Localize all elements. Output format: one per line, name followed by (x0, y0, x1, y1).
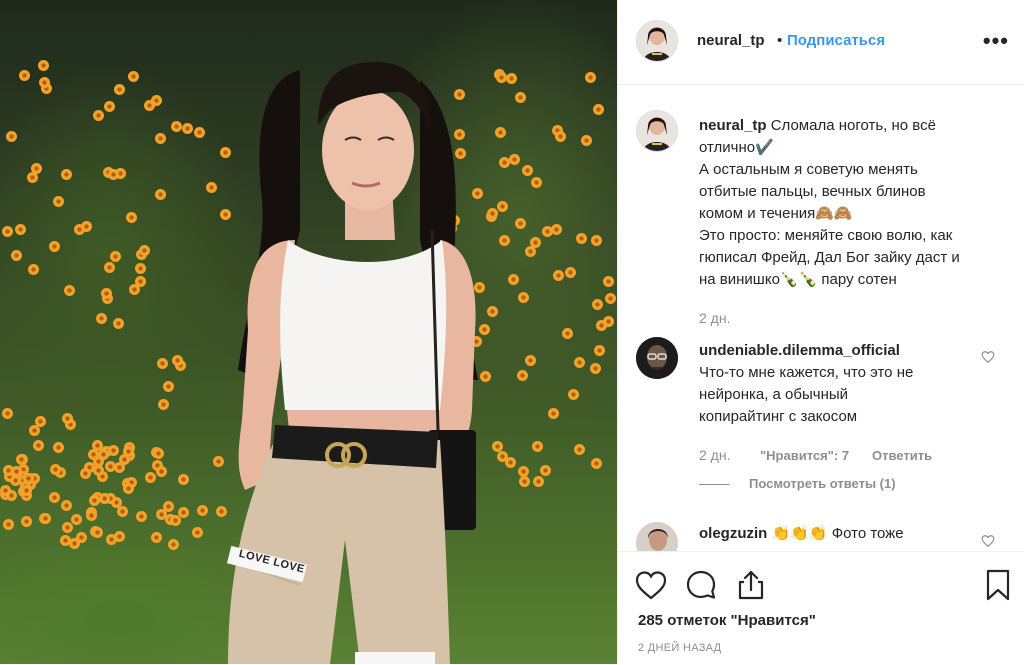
caption-text: neural_tp Сломала ноготь, но всё отлично… (699, 115, 999, 291)
caption-line: на винишко🍾🍾 пару сотен (699, 271, 897, 288)
caption-line: отлично✔️ (699, 139, 774, 156)
caption-line: Это просто: меняйте свою волю, как (699, 227, 953, 244)
comment-line: 👏👏👏 Фото тоже (771, 525, 904, 542)
author-avatar[interactable] (636, 20, 678, 62)
commenter-avatar[interactable] (636, 337, 678, 379)
caption-time[interactable]: 2 дн. (699, 310, 730, 326)
caption-line: Сломала ноготь, но всё (770, 117, 936, 134)
commenter-username[interactable]: undeniable.dilemma_official (699, 340, 999, 362)
likes-count[interactable]: 285 отметок "Нравится" (638, 612, 816, 629)
header-separator: • (777, 32, 783, 49)
post-header: neural_tp • Подписаться ••• (618, 0, 1024, 85)
woman-figure (226, 62, 478, 664)
comment-like-heart-icon[interactable] (981, 350, 995, 364)
caption-username[interactable]: neural_tp (699, 117, 767, 134)
caption-line: комом и течения🙈🙈 (699, 205, 853, 222)
view-replies-button[interactable]: Посмотреть ответы (1) (749, 476, 896, 491)
author-username[interactable]: neural_tp (697, 32, 765, 49)
post-side-panel: neural_tp • Подписаться ••• neural_tp Сл… (617, 0, 1024, 664)
caption-avatar[interactable] (636, 110, 678, 152)
share-icon[interactable] (734, 568, 768, 602)
caption-line: А остальным я советую менять (699, 161, 918, 178)
heart-icon[interactable] (634, 568, 668, 602)
post-actions-footer: 285 отметок "Нравится" 2 ДНЕЙ НАЗАД (618, 551, 1024, 665)
commenter-avatar[interactable] (636, 522, 678, 551)
caption-line: отбитые пальцы, вечных блинов (699, 183, 926, 200)
post-photo[interactable]: LOVE LOVE (0, 0, 617, 664)
bookmark-icon[interactable] (981, 568, 1015, 602)
comment-line: копирайтинг с закосом (699, 408, 858, 425)
comment-time[interactable]: 2 дн. (699, 447, 730, 463)
post-timestamp[interactable]: 2 ДНЕЙ НАЗАД (638, 642, 721, 654)
comment-text: olegzuzin 👏👏👏 Фото тоже (699, 523, 999, 545)
commenter-avatar-image (636, 522, 678, 551)
comment-text: undeniable.dilemma_official Что-то мне к… (699, 340, 999, 428)
author-avatar-image (637, 21, 677, 61)
comment-like-heart-icon[interactable] (981, 534, 995, 548)
replies-divider (699, 484, 729, 485)
comment-line: нейронка, а обычный (699, 386, 849, 403)
caption-avatar-image (637, 111, 677, 151)
comment-likes-count[interactable]: "Нравится": 7 (760, 448, 849, 463)
follow-button[interactable]: Подписаться (787, 32, 885, 49)
more-options-icon[interactable]: ••• (983, 28, 1009, 54)
commenter-avatar-image (636, 337, 678, 379)
comments-list[interactable]: neural_tp Сломала ноготь, но всё отлично… (618, 85, 1024, 551)
commenter-username[interactable]: olegzuzin (699, 525, 767, 542)
caption-line: гюписал Фрейд, Дал Бог зайку даст и (699, 249, 960, 266)
reply-button[interactable]: Ответить (872, 448, 932, 463)
comment-icon[interactable] (684, 568, 718, 602)
comment-line: Что-то мне кажется, что это не (699, 364, 914, 381)
